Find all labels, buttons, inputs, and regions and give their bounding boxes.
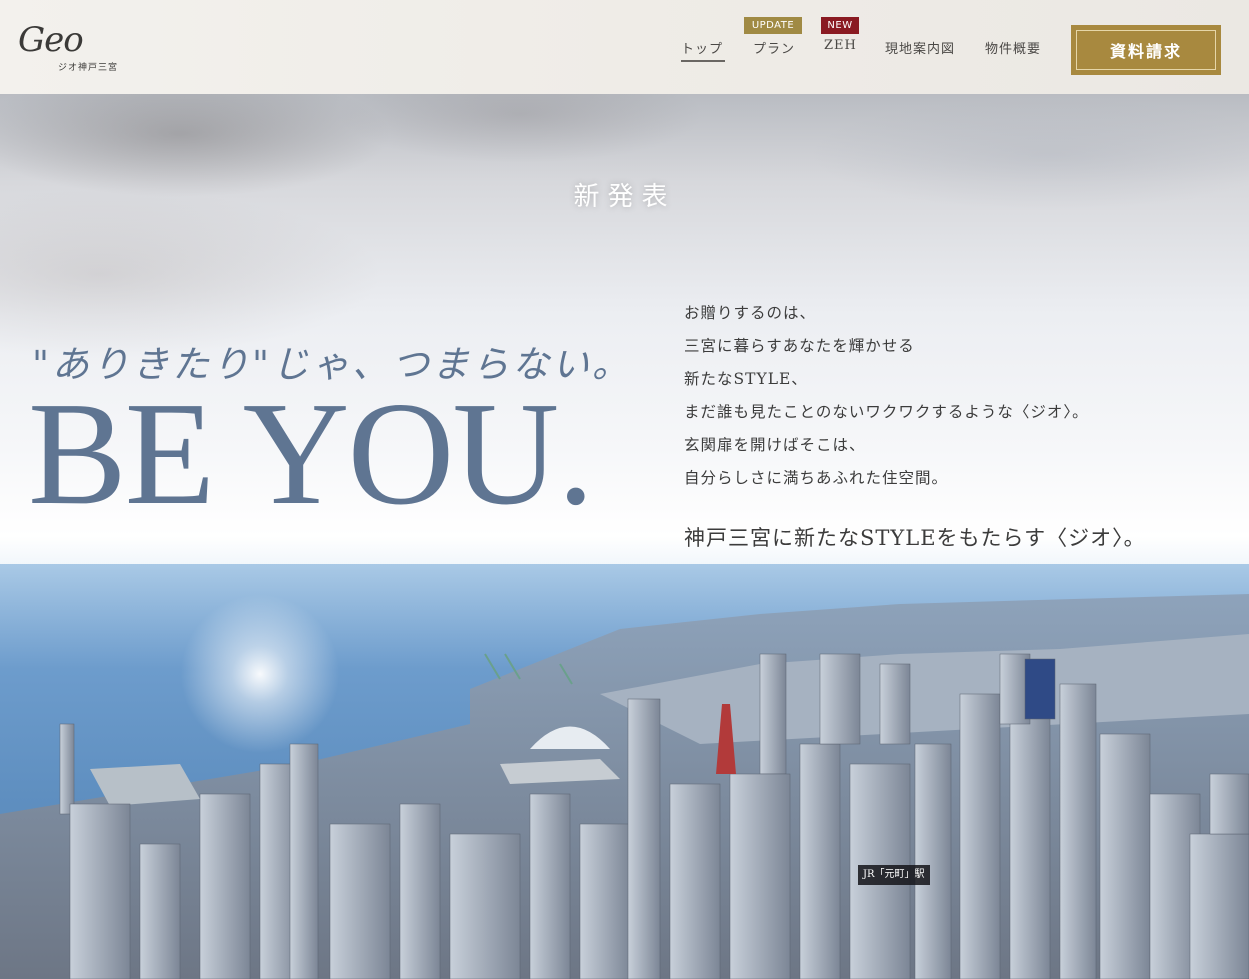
nav-location-map[interactable]: 現地案内図 [885, 38, 955, 58]
nav-zeh[interactable]: ZEH [824, 38, 857, 58]
body-line: お贈りするのは、 [684, 304, 817, 322]
cta-label: 資料請求 [1109, 42, 1182, 61]
update-badge: UPDATE [744, 17, 802, 34]
body-line: 三宮に暮らすあなたを輝かせる [684, 337, 915, 355]
new-release-label: 新発表 [573, 182, 676, 212]
nav-top[interactable]: トップ [681, 38, 726, 62]
sun-flare [180, 594, 340, 754]
body-line: 自分らしさに満ちあふれた住空間。 [684, 469, 949, 487]
nav-plan[interactable]: プラン [753, 38, 795, 58]
main-nav: トップ UPDATE プラン NEW ZEH 現地案内図 物件概要 [0, 0, 1249, 94]
station-label: JR「元町」駅 [858, 865, 930, 885]
body-line: まだ誰も見たことのないワクワクするような〈ジオ〉。 [684, 403, 1089, 421]
site-header: Geo ジオ神戸三宮 トップ UPDATE プラン NEW ZEH 現地案内図 … [0, 0, 1249, 94]
body-line: 新たなSTYLE、 [684, 370, 808, 388]
request-brochure-button[interactable]: 資料請求 [1071, 25, 1221, 75]
new-badge: NEW [821, 17, 859, 34]
hero-section: JR「元町」駅 新発表 "ありきたり"じゃ、つまらない。 BE YOU. お贈り… [0, 94, 1249, 979]
body-line: 玄関扉を開けばそこは、 [684, 436, 866, 454]
nav-property-overview[interactable]: 物件概要 [985, 38, 1041, 58]
hero-headline: BE YOU. [28, 372, 594, 536]
hero-tagline: 神戸三宮に新たなSTYLEをもたらす〈ジオ〉。 [684, 526, 1146, 550]
hero-body-copy: お贈りするのは、 三宮に暮らすあなたを輝かせる 新たなSTYLE、 まだ誰も見た… [684, 297, 1224, 495]
